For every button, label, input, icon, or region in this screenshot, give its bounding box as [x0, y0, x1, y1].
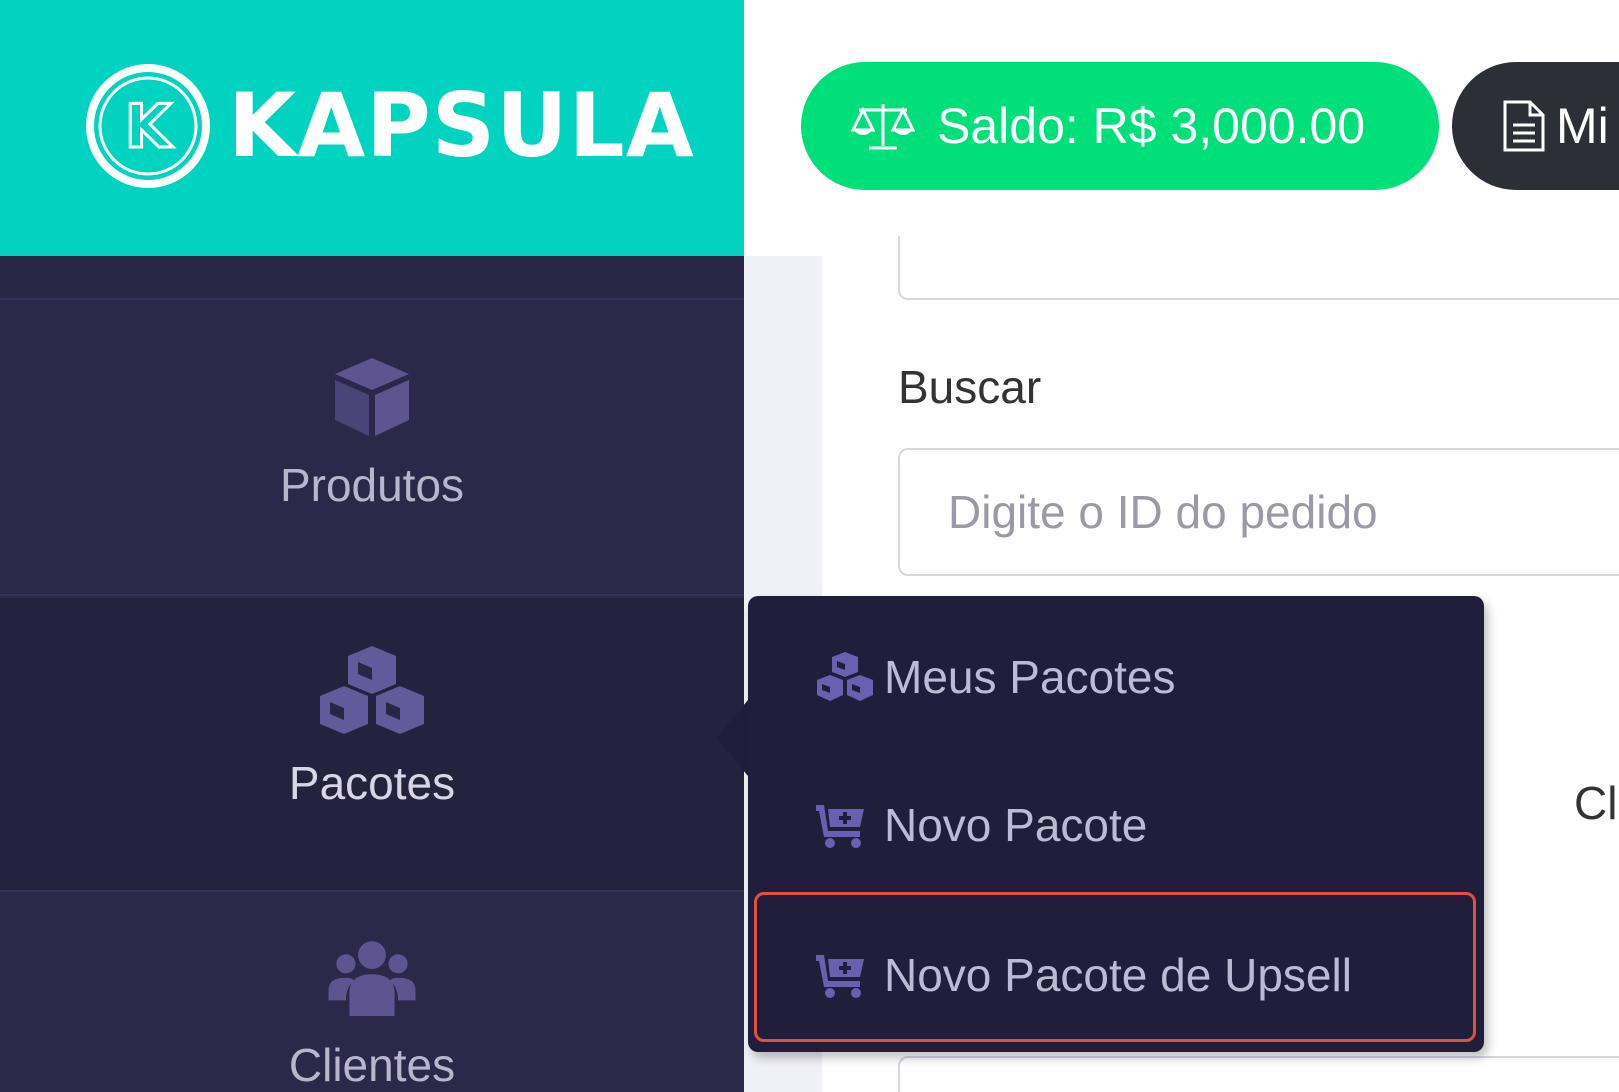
- top-header: Saldo: R$ 3,000.00 Mi: [744, 0, 1619, 256]
- sidebar-item-clientes[interactable]: Clientes: [0, 894, 744, 1092]
- previous-field[interactable]: [898, 236, 1619, 300]
- client-label: Clien: [1574, 777, 1619, 829]
- app-root: K KAPSULA Produtos Pacotes Clientes Sald…: [0, 0, 1619, 1092]
- pacotes-submenu: Meus Pacotes Novo Pacote Novo Pacote de …: [748, 596, 1484, 1052]
- submenu-item-novo-pacote-upsell[interactable]: Novo Pacote de Upsell: [748, 910, 1484, 1040]
- sidebar-item-pacotes[interactable]: Pacotes: [0, 598, 744, 892]
- sidebar-item-label: Produtos: [279, 459, 465, 511]
- sidebar: K KAPSULA Produtos Pacotes Clientes: [0, 0, 744, 1092]
- submenu-item-meus-pacotes[interactable]: Meus Pacotes: [748, 612, 1484, 742]
- saldo-button[interactable]: Saldo: R$ 3,000.00: [801, 62, 1439, 190]
- sidebar-item-produtos[interactable]: Produtos: [0, 300, 744, 596]
- flyout-arrow: [716, 700, 748, 776]
- users-icon: [328, 941, 416, 1016]
- submenu-item-label: Novo Pacote de Upsell: [884, 949, 1352, 1001]
- logo-letter: K: [125, 92, 174, 162]
- statement-label: Mi: [1556, 98, 1609, 154]
- search-input[interactable]: [898, 448, 1619, 576]
- document-icon: [1502, 99, 1546, 153]
- nav-spacer: [0, 256, 744, 300]
- cart-plus-icon: [814, 951, 884, 999]
- cart-plus-icon: [814, 801, 884, 849]
- cubes-icon: [320, 646, 424, 734]
- next-field[interactable]: [898, 1056, 1619, 1092]
- cubes-icon: [814, 651, 884, 703]
- sidebar-item-label: Pacotes: [288, 757, 456, 809]
- brand-name: KAPSULA: [228, 74, 695, 177]
- submenu-item-label: Meus Pacotes: [884, 651, 1176, 703]
- submenu-item-novo-pacote[interactable]: Novo Pacote: [748, 760, 1484, 890]
- search-label: Buscar: [898, 361, 1042, 413]
- sidebar-item-label: Clientes: [288, 1039, 456, 1091]
- cube-icon: [335, 358, 409, 436]
- saldo-label: Saldo: R$ 3,000.00: [937, 98, 1366, 154]
- brand-header[interactable]: K KAPSULA: [0, 0, 744, 256]
- balance-scale-icon: [851, 100, 915, 152]
- kapsula-logo-icon: K: [86, 64, 210, 188]
- statement-button[interactable]: Mi: [1452, 62, 1619, 190]
- submenu-item-label: Novo Pacote: [884, 799, 1148, 851]
